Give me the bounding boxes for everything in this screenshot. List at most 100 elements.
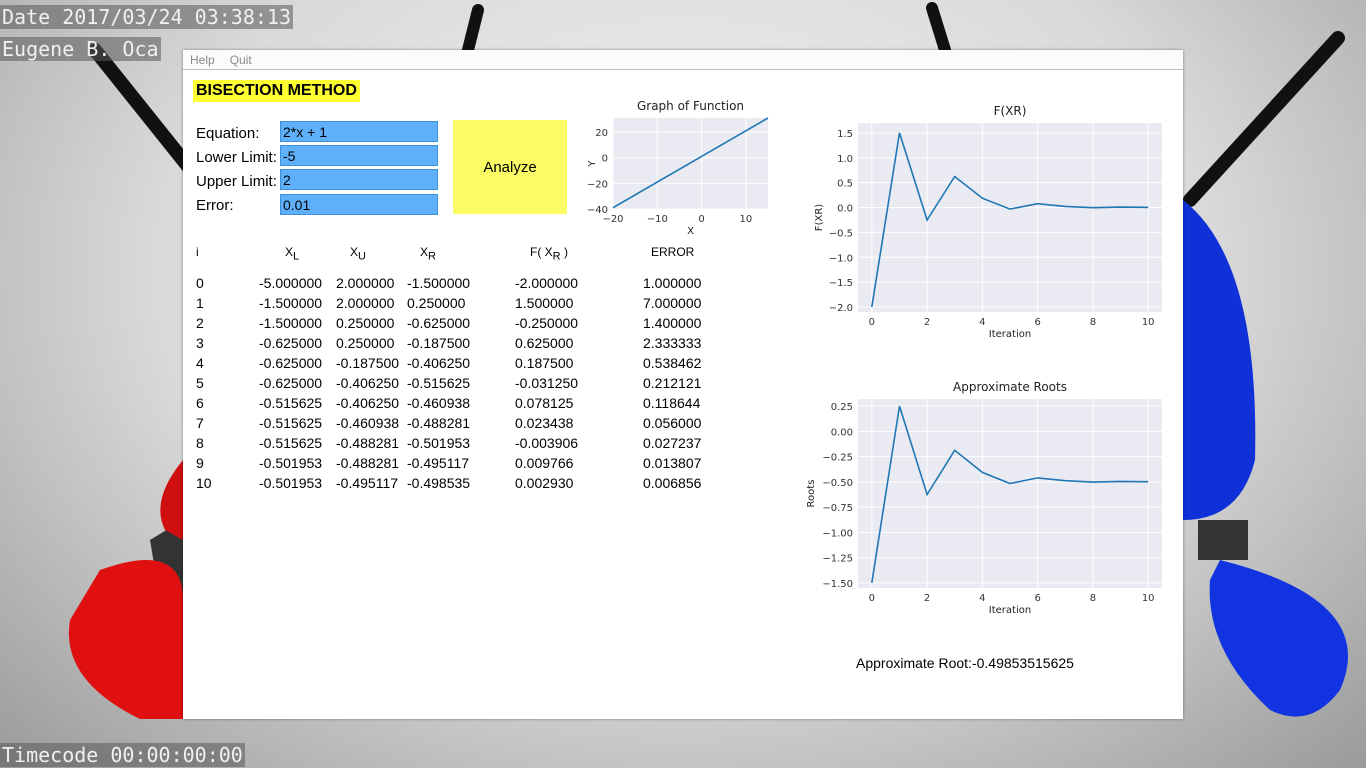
table-cell-fxr: 0.078125 [515,395,574,411]
table-cell-error: 0.118644 [643,395,701,411]
table-cell-xu: -0.488281 [336,435,400,451]
x-axis-label: Iteration [989,605,1031,616]
fxr-chart: 0 2 4 6 8 10 −2.0 −1.5 −1.0 −0.5 0.0 0.5 1.0 1.5 F(XR)… [814,104,1162,340]
table-cell-xl: -0.515625 [259,415,323,431]
x-tick-label: −10 [647,214,668,225]
table-cell-error: 1.000000 [643,275,702,291]
table-cell-xu: -0.187500 [336,355,400,371]
approximate-root: Approximate Root:-0.49853515625 [856,655,1074,671]
col-header-xu-label: X [350,245,359,259]
table-cell-xl: -0.625000 [259,375,323,391]
menu-quit[interactable]: Quit [230,53,252,67]
error-input[interactable] [280,194,438,215]
y-tick-label: −0.50 [822,478,853,489]
plot-area [858,399,1162,588]
table-cell-xr: -0.495117 [407,455,470,471]
table-cell-xl: -0.515625 [259,395,323,411]
col-header-xu: XU [350,245,366,262]
menu-bar: Help Quit [183,50,1183,70]
upper-limit-label: Upper Limit: [196,173,277,190]
analyze-button[interactable]: Analyze [453,120,567,214]
y-tick-label: −1.0 [829,253,853,264]
x-tick-label: 8 [1090,317,1096,328]
table-cell-error: 0.538462 [643,355,702,371]
table-cell-error: 0.006856 [643,475,702,491]
x-axis-label: X [687,226,694,237]
table-cell-xl: -1.500000 [259,295,323,311]
col-header-xr: XR [420,245,436,262]
col-header-xr-sub: R [428,250,436,263]
table-cell-xl: -0.625000 [259,335,323,351]
table-cell-i: 1 [196,295,204,311]
x-tick-label: 2 [924,317,930,328]
table-cell-xu: 2.000000 [336,275,395,291]
table-cell-i: 3 [196,335,204,351]
table-cell-xl: -0.515625 [259,435,323,451]
x-axis-label: Iteration [989,329,1031,340]
y-tick-label: −2.0 [829,303,853,314]
x-tick-label: 0 [869,317,875,328]
col-header-xl-label: X [285,245,294,259]
y-tick-label: −1.00 [822,528,853,539]
chart-title: Approximate Roots [953,380,1067,394]
y-tick-label: 0.00 [831,427,853,438]
table-cell-error: 0.212121 [643,375,702,391]
table-cell-xr: -0.488281 [407,415,471,431]
table-cell-xl: -5.000000 [259,275,323,291]
table-cell-xu: 0.250000 [336,335,395,351]
col-header-fxr-label: F( X [530,245,553,259]
table-cell-i: 2 [196,315,204,331]
chart-title: F(XR) [994,104,1027,118]
table-cell-fxr: 0.023438 [515,415,574,431]
table-cell-error: 0.056000 [643,415,702,431]
error-label: Error: [196,197,234,214]
y-tick-label: 0.0 [837,204,853,215]
chart-title: Graph of Function [637,99,744,113]
col-header-xl: XL [285,245,299,262]
y-tick-label: 0.25 [831,402,853,413]
y-tick-label: −1.25 [822,554,853,565]
lower-limit-input[interactable] [280,145,438,166]
y-tick-label: −1.5 [829,278,853,289]
x-tick-label: 6 [1034,593,1040,604]
table-cell-xu: -0.406250 [336,375,400,391]
x-tick-label: 10 [1142,317,1155,328]
col-header-fxr: F( XR ) [530,245,568,262]
approximate-root-value: -0.49853515625 [971,655,1074,671]
table-cell-error: 0.013807 [643,455,702,471]
table-cell-xl: -0.625000 [259,355,323,371]
table-cell-xr: 0.250000 [407,295,466,311]
y-axis-label: Y [587,160,598,168]
col-header-xr-label: X [420,245,429,259]
table-cell-i: 5 [196,375,204,391]
y-tick-label: −20 [587,179,608,190]
table-cell-xl: -0.501953 [259,455,323,471]
table-cell-fxr: -0.003906 [515,435,579,451]
equation-input[interactable] [280,121,438,142]
y-tick-label: −40 [587,205,608,216]
table-cell-i: 8 [196,435,204,451]
menu-help[interactable]: Help [190,53,215,67]
table-cell-fxr: 0.002930 [515,475,574,491]
table-cell-xr: -0.460938 [407,395,471,411]
equation-label: Equation: [196,125,260,142]
x-tick-label: 4 [979,593,985,604]
y-tick-label: 0 [602,154,608,165]
upper-limit-input[interactable] [280,169,438,190]
x-tick-label: 2 [924,593,930,604]
table-cell-fxr: -2.000000 [515,275,579,291]
col-header-i: i [196,245,199,259]
table-cell-fxr: 0.625000 [515,335,574,351]
table-cell-error: 1.400000 [643,315,702,331]
x-tick-label: 6 [1034,317,1040,328]
table-cell-fxr: -0.031250 [515,375,579,391]
table-cell-xu: -0.488281 [336,455,400,471]
timecode-overlay: Timecode 00:00:00:00 [0,743,245,767]
x-tick-label: 0 [698,214,704,225]
table-cell-xr: -0.187500 [407,335,471,351]
y-tick-label: −0.25 [822,453,853,464]
app-title: BISECTION METHOD [193,80,360,102]
table-cell-xr: -1.500000 [407,275,471,291]
table-cell-i: 7 [196,415,204,431]
col-header-xl-sub: L [293,250,300,263]
